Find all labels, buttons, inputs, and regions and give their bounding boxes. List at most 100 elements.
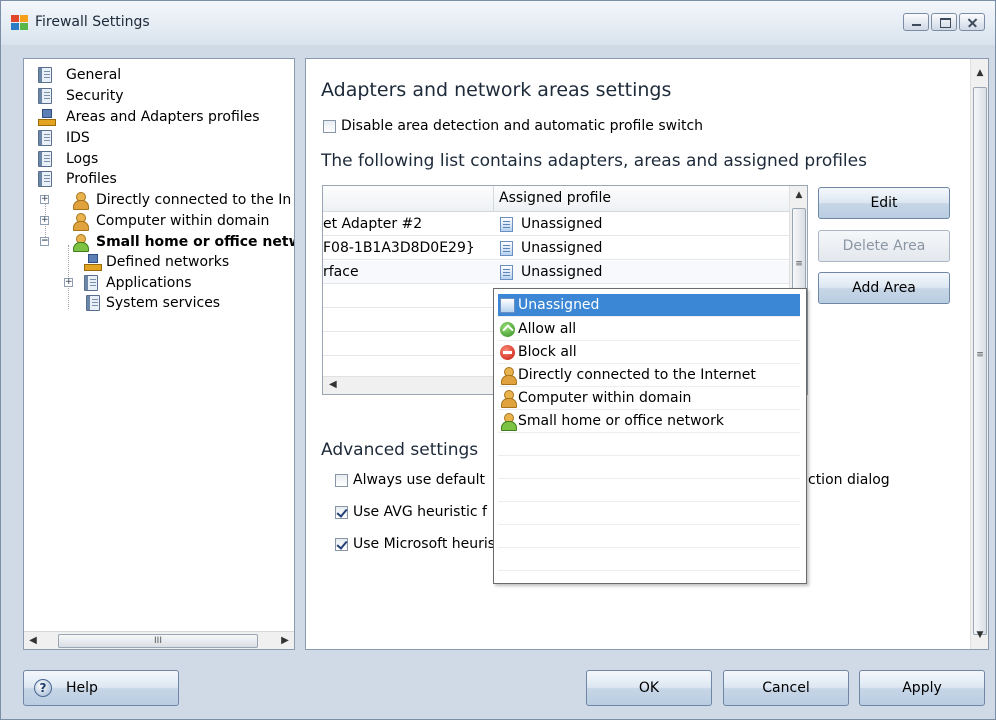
window-controls	[903, 13, 985, 31]
dropdown-option-directly-connected[interactable]: Directly connected to the Internet	[498, 364, 800, 387]
dropdown-option-small-home-office[interactable]: Small home or office network	[498, 410, 800, 433]
option-label: Block all	[518, 344, 577, 360]
dropdown-option-block-all[interactable]: Block all	[498, 341, 800, 364]
table-row[interactable]: et Adapter #2 Unassigned	[323, 213, 791, 236]
scrollbar-thumb[interactable]: III	[58, 634, 258, 648]
dropdown-empty-row	[498, 456, 800, 479]
user-green-icon	[72, 233, 89, 252]
dialog-button-bar: ? Help OK Cancel Apply	[1, 661, 995, 719]
maximize-button[interactable]	[931, 13, 957, 31]
use-avg-heuristic-checkbox[interactable]	[335, 506, 348, 519]
profile-icon	[500, 217, 513, 232]
tree-item-computer-domain[interactable]: + Computer within domain	[40, 211, 294, 231]
ok-button[interactable]: OK	[586, 670, 712, 706]
tree-item-label: Computer within domain	[96, 213, 270, 229]
table-row[interactable]: rface Unassigned	[323, 261, 791, 284]
title-bar: Firewall Settings	[1, 1, 995, 45]
use-microsoft-heuristic-label: Use Microsoft heuris	[353, 536, 496, 552]
edit-button[interactable]: Edit	[818, 187, 950, 219]
tree-item-applications[interactable]: + Applications	[64, 273, 294, 293]
tree-item-ids[interactable]: IDS	[38, 128, 294, 148]
always-use-default-checkbox[interactable]	[335, 474, 348, 487]
scroll-up-icon[interactable]: ▲	[974, 67, 986, 79]
tree-item-general[interactable]: General	[38, 65, 294, 85]
dropdown-empty-row	[498, 479, 800, 502]
scroll-left-icon[interactable]: ◀	[329, 379, 337, 390]
option-label: Unassigned	[518, 297, 600, 313]
expand-icon[interactable]: +	[64, 278, 73, 287]
document-icon	[38, 171, 52, 187]
document-icon	[38, 151, 52, 167]
window-title: Firewall Settings	[35, 14, 150, 30]
collapse-icon[interactable]: −	[40, 237, 49, 246]
tree-item-directly-connected[interactable]: + Directly connected to the In	[40, 190, 294, 210]
tree-item-security[interactable]: Security	[38, 86, 294, 106]
column-header-assigned-profile[interactable]: Assigned profile	[499, 190, 611, 206]
use-microsoft-heuristic-checkbox[interactable]	[335, 538, 348, 551]
tree-item-label: Defined networks	[106, 254, 230, 270]
page-title: Adapters and network areas settings	[321, 79, 672, 101]
tree-item-system-services[interactable]: System services	[80, 293, 294, 313]
help-button-label: Help	[66, 680, 98, 696]
tree-item-label: IDS	[66, 130, 90, 146]
apply-button[interactable]: Apply	[859, 670, 985, 706]
network-icon	[84, 254, 102, 271]
profile-icon	[500, 265, 513, 280]
delete-area-button[interactable]: Delete Area	[818, 230, 950, 262]
network-icon	[38, 109, 56, 126]
add-area-button[interactable]: Add Area	[818, 272, 950, 304]
scroll-down-icon[interactable]: ▼	[974, 629, 986, 641]
document-icon	[84, 275, 98, 291]
tree-item-label: Profiles	[66, 171, 117, 187]
tree-item-logs[interactable]: Logs	[38, 149, 294, 169]
expand-icon[interactable]: +	[40, 216, 49, 225]
profile-cell: Unassigned	[521, 264, 603, 280]
tree-item-label: Directly connected to the In	[96, 192, 292, 208]
grid-header: Assigned profile	[323, 186, 791, 212]
avg-logo-icon	[11, 15, 29, 31]
user-green-icon	[500, 412, 517, 431]
disable-area-detection-checkbox[interactable]	[323, 120, 336, 133]
tree-item-defined-networks[interactable]: Defined networks	[80, 252, 294, 272]
allow-icon	[500, 322, 515, 337]
dropdown-empty-row	[498, 433, 800, 456]
content-vertical-scrollbar[interactable]: ▲ ≡ ▼	[970, 59, 988, 649]
tree-horizontal-scrollbar[interactable]: ◀ III ▶	[24, 631, 294, 649]
tree-item-small-home-office[interactable]: − Small home or office netw	[40, 232, 294, 252]
option-label: Directly connected to the Internet	[518, 367, 756, 383]
help-button[interactable]: ? Help	[23, 670, 179, 706]
tree-item-label: Small home or office netw	[96, 234, 294, 250]
tree-item-label: Logs	[66, 151, 99, 167]
scroll-up-icon[interactable]: ▲	[793, 190, 805, 200]
dropdown-option-computer-domain[interactable]: Computer within domain	[498, 387, 800, 410]
always-use-default-label: Always use default	[353, 472, 486, 488]
expand-icon[interactable]: +	[40, 195, 49, 204]
tree-item-profiles[interactable]: Profiles	[38, 169, 294, 189]
profile-cell: Unassigned	[521, 240, 603, 256]
settings-tree: General Security Areas and Adapters prof…	[23, 58, 295, 650]
close-button[interactable]	[959, 13, 985, 31]
column-separator	[493, 186, 494, 212]
dropdown-empty-row	[498, 548, 800, 571]
firewall-settings-window: Firewall Settings General Security Areas…	[0, 0, 996, 720]
scrollbar-thumb[interactable]: ≡	[973, 87, 987, 635]
scroll-left-icon[interactable]: ◀	[27, 635, 39, 647]
dropdown-empty-row	[498, 525, 800, 548]
dropdown-option-allow-all[interactable]: Allow all	[498, 318, 800, 341]
adapter-cell: et Adapter #2	[323, 216, 423, 232]
user-icon	[500, 366, 517, 385]
assigned-profile-dropdown[interactable]: Unassigned Allow all Block all Directly …	[493, 288, 807, 584]
minimize-button[interactable]	[903, 13, 929, 31]
use-avg-heuristic-label: Use AVG heuristic f	[353, 504, 487, 520]
document-icon	[38, 67, 52, 83]
adapter-cell: F08-1B1A3D8D0E29}	[323, 240, 475, 256]
table-row[interactable]: F08-1B1A3D8D0E29} Unassigned	[323, 237, 791, 260]
tree-item-areas-adapters[interactable]: Areas and Adapters profiles	[38, 107, 294, 127]
option-label: Allow all	[518, 321, 577, 337]
cancel-button[interactable]: Cancel	[723, 670, 849, 706]
dropdown-option-unassigned[interactable]: Unassigned	[498, 294, 800, 317]
document-icon	[38, 88, 52, 104]
document-icon	[38, 130, 52, 146]
scroll-right-icon[interactable]: ▶	[279, 635, 291, 647]
adapter-cell: rface	[323, 264, 359, 280]
